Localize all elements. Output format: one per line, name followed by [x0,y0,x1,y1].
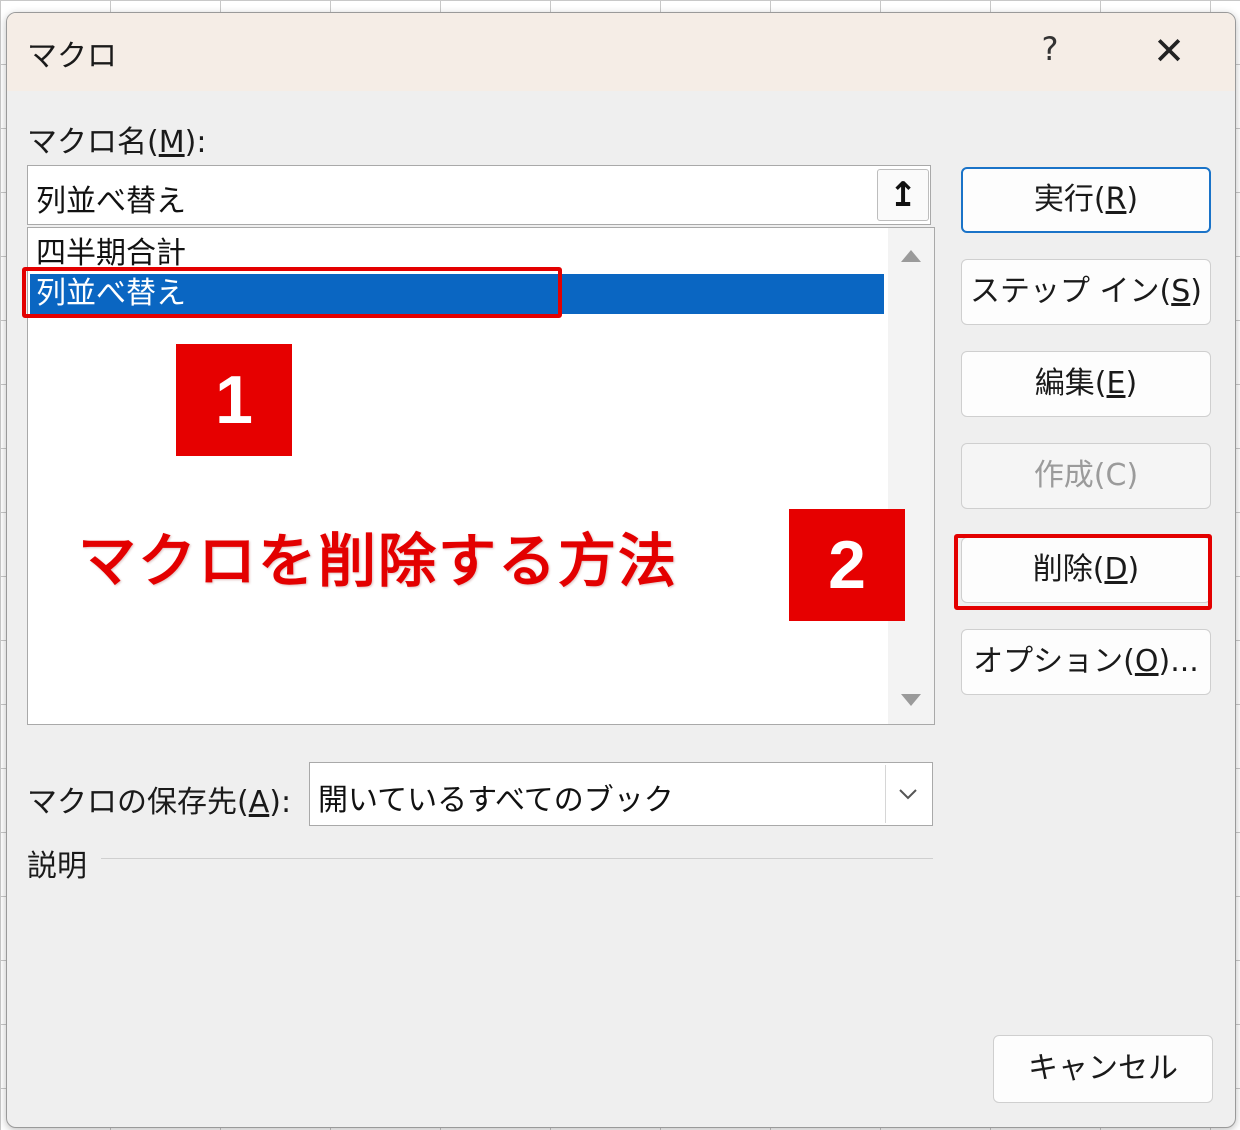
title-bar: マクロ ? ✕ [7,13,1235,91]
step-1-badge: 1 [176,344,292,456]
store-in-select[interactable]: 開いているすべてのブック [309,762,933,826]
step-2-badge: 2 [789,509,905,621]
list-scrollbar[interactable] [888,228,934,724]
step-in-button[interactable]: ステップ イン(S) [961,259,1211,325]
macro-name-label: マクロ名(M): [27,125,207,160]
description-divider [101,858,933,859]
options-button[interactable]: オプション(O)... [961,629,1211,695]
store-in-label: マクロの保存先(A): [27,785,292,820]
caption-text: マクロを削除する方法 [78,527,679,595]
description-label: 説明 [27,849,87,884]
scroll-up-icon[interactable] [901,250,921,262]
delete-highlight-box [954,534,1212,610]
dialog-title: マクロ [27,39,117,74]
create-button[interactable]: 作成(C) [961,443,1211,509]
selection-highlight-box [22,267,562,318]
edit-button[interactable]: 編集(E) [961,351,1211,417]
close-button[interactable]: ✕ [1147,29,1191,73]
store-in-value: 開いているすべてのブック [318,783,674,818]
macro-name-value: 列並べ替え [36,184,186,219]
scroll-down-icon[interactable] [901,694,921,706]
cancel-button[interactable]: キャンセル [993,1035,1213,1103]
help-button[interactable]: ? [1032,29,1068,69]
run-button[interactable]: 実行(R) [961,167,1211,233]
chevron-down-icon[interactable] [885,765,930,823]
macro-name-input[interactable]: 列並べ替え ↥ [27,165,931,225]
collapse-dialog-icon[interactable]: ↥ [877,169,929,221]
